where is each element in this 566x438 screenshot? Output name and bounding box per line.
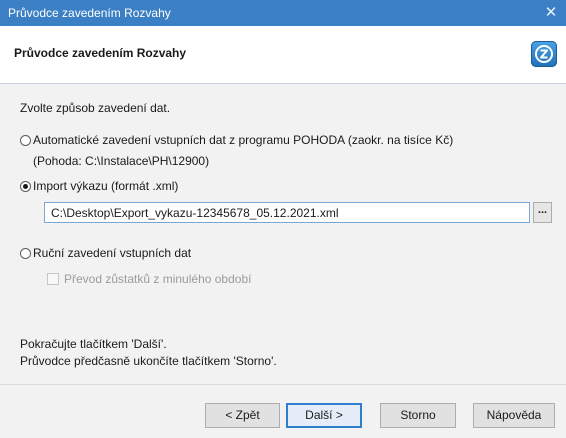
radio-xml-import[interactable] [20,181,31,192]
back-button[interactable]: < Zpět [205,403,280,428]
hint-next: Pokračujte tlačítkem 'Další'. [20,337,167,351]
wizard-title: Průvodce zavedením Rozvahy [14,46,187,60]
next-button[interactable]: Další > [286,403,362,428]
browse-button[interactable]: ... [533,202,552,223]
radio-automatic-import[interactable] [20,135,31,146]
window-titlebar: Průvodce zavedením Rozvahy ✕ [0,0,566,26]
option-manual-label[interactable]: Ruční zavedení vstupních dat [33,246,191,260]
wizard-body: Zvolte způsob zavedení dat. Automatické … [0,84,566,384]
help-button[interactable]: Nápověda [473,403,555,428]
close-icon[interactable]: ✕ [536,0,566,26]
wizard-footer: < Zpět Další > Storno Nápověda [0,384,566,438]
xml-path-input[interactable]: C:\Desktop\Export_vykazu-12345678_05.12.… [44,202,530,223]
option-automatic-label[interactable]: Automatické zavedení vstupních dat z pro… [33,133,453,147]
option-automatic-detail: (Pohoda: C:\Instalace\PH\12900) [33,154,210,168]
transfer-balances-checkbox[interactable] [47,273,59,285]
hint-cancel: Průvodce předčasně ukončíte tlačítkem 'S… [20,354,277,368]
window-title: Průvodce zavedením Rozvahy [8,6,171,20]
wizard-header: Průvodce zavedením Rozvahy [0,26,566,84]
cancel-button[interactable]: Storno [380,403,456,428]
pohoda-logo-icon [531,41,557,67]
transfer-balances-label: Převod zůstatků z minulého období [64,272,252,286]
xml-path-value: C:\Desktop\Export_vykazu-12345678_05.12.… [51,206,339,220]
radio-manual-entry[interactable] [20,248,31,259]
option-xml-label[interactable]: Import výkazu (formát .xml) [33,179,178,193]
prompt-text: Zvolte způsob zavedení dat. [20,101,171,115]
